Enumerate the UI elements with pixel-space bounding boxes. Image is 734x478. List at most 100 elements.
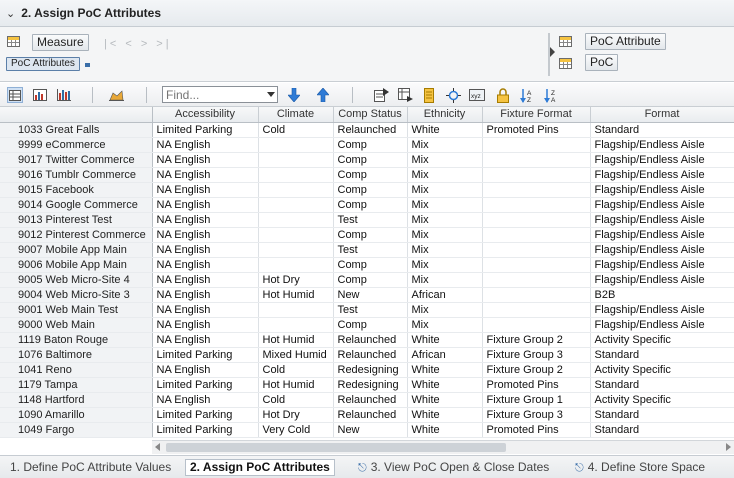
- table-cell[interactable]: Hot Humid: [258, 332, 334, 348]
- table-cell[interactable]: African: [407, 347, 483, 363]
- table-cell[interactable]: Fixture Group 1: [482, 392, 591, 408]
- table-cell[interactable]: NA English: [152, 317, 259, 333]
- table-cell[interactable]: [258, 167, 334, 183]
- table-cell[interactable]: Relaunched: [333, 392, 408, 408]
- table-cell[interactable]: Standard: [590, 347, 734, 363]
- table-cell[interactable]: NA English: [152, 167, 259, 183]
- table-cell[interactable]: B2B: [590, 287, 734, 303]
- column-header-ethnicity[interactable]: Ethnicity: [407, 107, 483, 123]
- table-cell[interactable]: Promoted Pins: [482, 422, 591, 438]
- table-cell[interactable]: Mix: [407, 272, 483, 288]
- sort-az-icon[interactable]: AZ: [519, 87, 535, 103]
- row-header-store[interactable]: 1090 Amarillo: [0, 407, 153, 423]
- table-cell[interactable]: Limited Parking: [152, 122, 259, 138]
- table-cell[interactable]: Comp: [333, 197, 408, 213]
- table-cell[interactable]: African: [407, 287, 483, 303]
- table-cell[interactable]: [482, 272, 591, 288]
- table-cell[interactable]: NA English: [152, 197, 259, 213]
- column-header-climate[interactable]: Climate: [258, 107, 334, 123]
- expand-arrow-icon[interactable]: [550, 47, 555, 57]
- row-header-store[interactable]: 9012 Pinterest Commerce: [0, 227, 153, 243]
- table-cell[interactable]: NA English: [152, 257, 259, 273]
- table-row[interactable]: 9006 Mobile App Main NA English Comp Mix Fla…: [0, 257, 734, 273]
- row-header-store[interactable]: 9001 Web Main Test: [0, 302, 153, 318]
- table-cell[interactable]: Mix: [407, 242, 483, 258]
- table-cell[interactable]: Test: [333, 212, 408, 228]
- table-row[interactable]: 9004 Web Micro-Site 3 NA English Hot Humid…: [0, 287, 734, 303]
- row-header-store[interactable]: 9013 Pinterest Test: [0, 212, 153, 228]
- table-cell[interactable]: Fixture Group 2: [482, 362, 591, 378]
- table-cell[interactable]: Relaunched: [333, 122, 408, 138]
- table-cell[interactable]: NA English: [152, 302, 259, 318]
- table-row[interactable]: 9016 Tumblr Commerce NA English Comp Mix Fla…: [0, 167, 734, 183]
- table-cell[interactable]: White: [407, 332, 483, 348]
- table-cell[interactable]: [258, 227, 334, 243]
- column-header-comp-status[interactable]: Comp Status: [333, 107, 408, 123]
- table-row[interactable]: 9015 Facebook NA English Comp Mix Flagship/E…: [0, 182, 734, 198]
- table-cell[interactable]: Mix: [407, 197, 483, 213]
- arrow-up-icon[interactable]: [315, 87, 331, 103]
- table-cell[interactable]: Limited Parking: [152, 407, 259, 423]
- lock-icon[interactable]: [495, 87, 511, 103]
- table-row[interactable]: 1076 Baltimore Limited Parking Mixed Humid…: [0, 347, 734, 363]
- row-header-store[interactable]: 1033 Great Falls: [0, 122, 153, 138]
- filter-icon[interactable]: [445, 87, 461, 103]
- table-cell[interactable]: White: [407, 392, 483, 408]
- row-header-store[interactable]: 1179 Tampa: [0, 377, 153, 393]
- table-cell[interactable]: Flagship/Endless Aisle: [590, 137, 734, 153]
- bar-chart-icon[interactable]: [56, 87, 72, 103]
- table-cell[interactable]: Standard: [590, 377, 734, 393]
- row-field-chip[interactable]: PoC Attributes: [6, 57, 80, 71]
- scroll-left-icon[interactable]: [155, 443, 160, 451]
- tab-define-store-space[interactable]: ⎋ 4. Define Store Space: [571, 459, 709, 476]
- row-header-store[interactable]: 1049 Fargo: [0, 422, 153, 438]
- table-cell[interactable]: Limited Parking: [152, 347, 259, 363]
- table-cell[interactable]: Cold: [258, 392, 334, 408]
- table-cell[interactable]: NA English: [152, 362, 259, 378]
- table-row[interactable]: 1179 Tampa Limited Parking Hot Humid Redesi…: [0, 377, 734, 393]
- table-cell[interactable]: Flagship/Endless Aisle: [590, 152, 734, 168]
- table-cell[interactable]: [482, 227, 591, 243]
- table-cell[interactable]: Limited Parking: [152, 422, 259, 438]
- find-input[interactable]: [162, 86, 278, 103]
- table-cell[interactable]: Very Cold: [258, 422, 334, 438]
- table-cell[interactable]: [258, 197, 334, 213]
- table-row[interactable]: 1049 Fargo Limited Parking Very Cold New Whi…: [0, 422, 734, 438]
- table-cell[interactable]: Redesigning: [333, 362, 408, 378]
- table-cell[interactable]: [258, 212, 334, 228]
- row-header-store[interactable]: 9007 Mobile App Main: [0, 242, 153, 258]
- table-view-icon[interactable]: [7, 87, 23, 103]
- table-cell[interactable]: NA English: [152, 212, 259, 228]
- table-cell[interactable]: [482, 182, 591, 198]
- table-row[interactable]: 1148 Hartford NA English Cold Relaunched Whi…: [0, 392, 734, 408]
- table-cell[interactable]: Mix: [407, 317, 483, 333]
- table-cell[interactable]: Cold: [258, 122, 334, 138]
- table-cell[interactable]: Test: [333, 242, 408, 258]
- row-header-store[interactable]: 9016 Tumblr Commerce: [0, 167, 153, 183]
- row-header-store[interactable]: 1148 Hartford: [0, 392, 153, 408]
- row-header-store[interactable]: 9999 eCommerce: [0, 137, 153, 153]
- table-cell[interactable]: Standard: [590, 422, 734, 438]
- table-cell[interactable]: Flagship/Endless Aisle: [590, 182, 734, 198]
- table-row[interactable]: 9014 Google Commerce NA English Comp Mix Fla…: [0, 197, 734, 213]
- table-cell[interactable]: Limited Parking: [152, 377, 259, 393]
- table-cell[interactable]: Comp: [333, 227, 408, 243]
- table-row[interactable]: 9000 Web Main NA English Comp Mix Flagship/E…: [0, 317, 734, 333]
- table-cell[interactable]: Mix: [407, 212, 483, 228]
- table-cell[interactable]: Activity Specific: [590, 392, 734, 408]
- table-cell[interactable]: Flagship/Endless Aisle: [590, 212, 734, 228]
- export-icon[interactable]: [373, 87, 389, 103]
- horizontal-scrollbar[interactable]: [152, 440, 734, 454]
- table-cell[interactable]: NA English: [152, 182, 259, 198]
- table-cell[interactable]: Cold: [258, 362, 334, 378]
- table-cell[interactable]: Fixture Group 3: [482, 407, 591, 423]
- table-cell[interactable]: Promoted Pins: [482, 122, 591, 138]
- tab-assign-poc-attributes[interactable]: 2. Assign PoC Attributes: [185, 459, 335, 476]
- table-cell[interactable]: Comp: [333, 272, 408, 288]
- arrow-down-icon[interactable]: [286, 87, 302, 103]
- table-cell[interactable]: Mix: [407, 302, 483, 318]
- column-field-chip-attribute[interactable]: PoC Attribute: [585, 33, 666, 50]
- tab-view-poc-open-close-dates[interactable]: ⎋ 3. View PoC Open & Close Dates: [354, 459, 553, 476]
- row-header-store[interactable]: 9014 Google Commerce: [0, 197, 153, 213]
- table-row[interactable]: 1041 Reno NA English Cold Redesigning White F…: [0, 362, 734, 378]
